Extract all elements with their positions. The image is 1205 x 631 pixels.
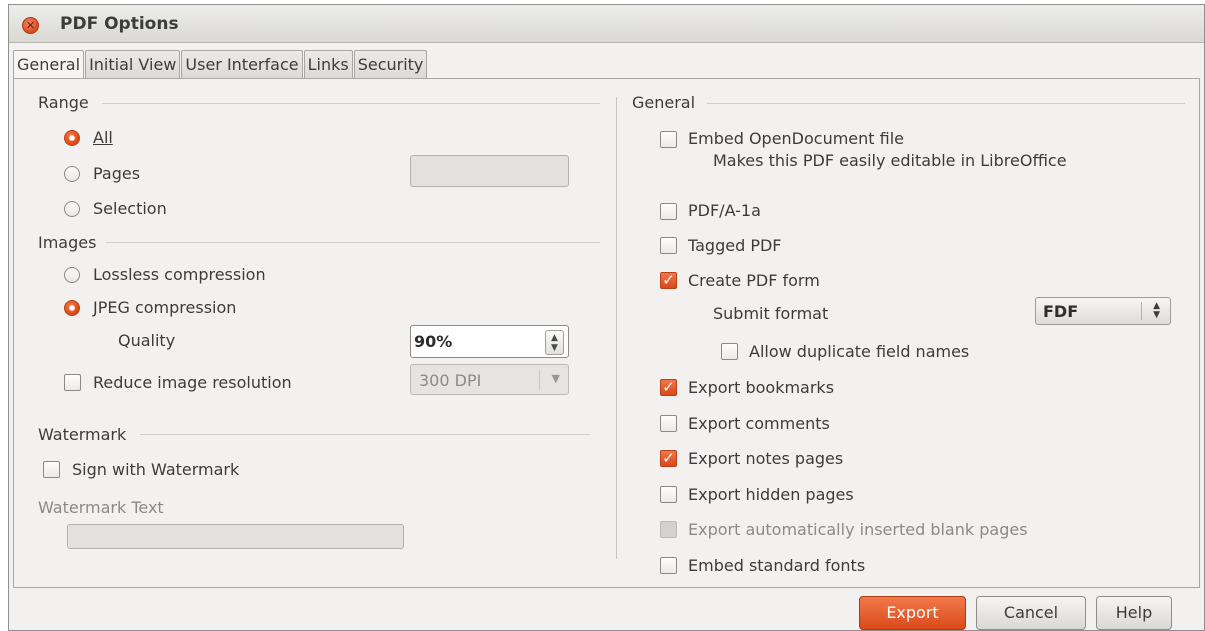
- reduce-resolution-checkbox[interactable]: [64, 374, 81, 391]
- range-pages-label[interactable]: Pages: [93, 164, 140, 183]
- general-tab-panel: Range All Pages Selection Images Lossles…: [13, 78, 1200, 588]
- embed-odf-hint: Makes this PDF easily editable in LibreO…: [713, 151, 1067, 170]
- export-blank-label: Export automatically inserted blank page…: [688, 520, 1028, 539]
- watermark-divider: [140, 434, 590, 435]
- chevron-down-icon: ▼: [551, 372, 560, 385]
- tab-initial-view[interactable]: Initial View: [85, 50, 181, 78]
- images-heading: Images: [38, 233, 97, 252]
- jpeg-radio[interactable]: [64, 300, 80, 316]
- embed-fonts-checkbox[interactable]: [660, 557, 677, 574]
- export-hidden-checkbox[interactable]: [660, 486, 677, 503]
- export-bookmarks-checkbox[interactable]: ✓: [660, 379, 677, 396]
- watermark-text-label: Watermark Text: [38, 498, 164, 517]
- quality-value[interactable]: 90%: [414, 332, 452, 351]
- submit-format-value: FDF: [1043, 302, 1079, 321]
- create-form-checkbox[interactable]: ✓: [660, 272, 677, 289]
- export-blank-checkbox: [660, 521, 677, 538]
- submit-format-select[interactable]: FDF ▲ ▼: [1035, 297, 1171, 325]
- column-divider: [616, 97, 617, 559]
- embed-fonts-label[interactable]: Embed standard fonts: [688, 556, 865, 575]
- pdfa-checkbox[interactable]: [660, 203, 677, 220]
- pdf-options-dialog: ✕ PDF Options General Initial View User …: [8, 4, 1205, 631]
- range-selection-label[interactable]: Selection: [93, 199, 167, 218]
- submit-format-label: Submit format: [713, 304, 829, 323]
- tagged-pdf-checkbox[interactable]: [660, 237, 677, 254]
- sign-watermark-checkbox[interactable]: [43, 461, 60, 478]
- quality-stepper[interactable]: ▲ ▼: [545, 330, 564, 355]
- export-notes-label[interactable]: Export notes pages: [688, 449, 843, 468]
- export-notes-checkbox[interactable]: ✓: [660, 450, 677, 467]
- range-all-label[interactable]: All: [93, 128, 113, 147]
- title-bar: ✕ PDF Options: [9, 5, 1204, 43]
- pdfa-label[interactable]: PDF/A-1a: [688, 201, 761, 220]
- resolution-combo-separator: [539, 370, 540, 390]
- tab-general[interactable]: General: [13, 50, 85, 79]
- submit-format-separator: [1141, 302, 1142, 320]
- lossless-label[interactable]: Lossless compression: [93, 265, 266, 284]
- window-title: PDF Options: [60, 14, 179, 34]
- range-selection-radio[interactable]: [64, 201, 80, 217]
- general-heading: General: [632, 93, 696, 112]
- export-button[interactable]: Export: [859, 596, 966, 630]
- export-comments-label[interactable]: Export comments: [688, 414, 830, 433]
- pages-input[interactable]: [410, 155, 569, 187]
- images-divider: [106, 242, 600, 243]
- allow-duplicate-label[interactable]: Allow duplicate field names: [749, 342, 969, 361]
- jpeg-label[interactable]: JPEG compression: [93, 298, 236, 317]
- quality-label: Quality: [118, 331, 176, 350]
- reduce-resolution-label[interactable]: Reduce image resolution: [93, 373, 292, 392]
- updown-arrow-icon: ▲ ▼: [1153, 301, 1160, 320]
- quality-spinbox[interactable]: 90% ▲ ▼: [410, 325, 569, 358]
- export-hidden-label[interactable]: Export hidden pages: [688, 485, 854, 504]
- general-divider: [707, 103, 1185, 104]
- range-divider: [102, 103, 600, 104]
- lossless-radio[interactable]: [64, 267, 80, 283]
- resolution-combo[interactable]: 300 DPI ▼: [410, 364, 569, 395]
- allow-duplicate-checkbox[interactable]: [721, 343, 738, 360]
- sign-watermark-label[interactable]: Sign with Watermark: [72, 460, 239, 479]
- embed-odf-checkbox[interactable]: [660, 131, 677, 148]
- embed-odf-label[interactable]: Embed OpenDocument file: [688, 129, 904, 148]
- help-button[interactable]: Help: [1096, 596, 1172, 630]
- tab-links[interactable]: Links: [303, 50, 353, 78]
- tab-bar: General Initial View User Interface Link…: [13, 50, 428, 79]
- close-icon[interactable]: ✕: [22, 17, 39, 34]
- tagged-pdf-label[interactable]: Tagged PDF: [688, 236, 782, 255]
- export-bookmarks-label[interactable]: Export bookmarks: [688, 378, 834, 397]
- watermark-text-input[interactable]: [67, 524, 404, 549]
- tab-user-interface[interactable]: User Interface: [181, 50, 303, 78]
- range-all-radio[interactable]: [64, 130, 80, 146]
- range-pages-radio[interactable]: [64, 166, 80, 182]
- create-form-label[interactable]: Create PDF form: [688, 271, 820, 290]
- range-heading: Range: [38, 93, 89, 112]
- export-comments-checkbox[interactable]: [660, 415, 677, 432]
- cancel-button[interactable]: Cancel: [976, 596, 1086, 630]
- watermark-heading: Watermark: [38, 425, 127, 444]
- resolution-value: 300 DPI: [419, 371, 482, 390]
- tab-security[interactable]: Security: [353, 50, 428, 78]
- range-all-text: All: [93, 128, 113, 147]
